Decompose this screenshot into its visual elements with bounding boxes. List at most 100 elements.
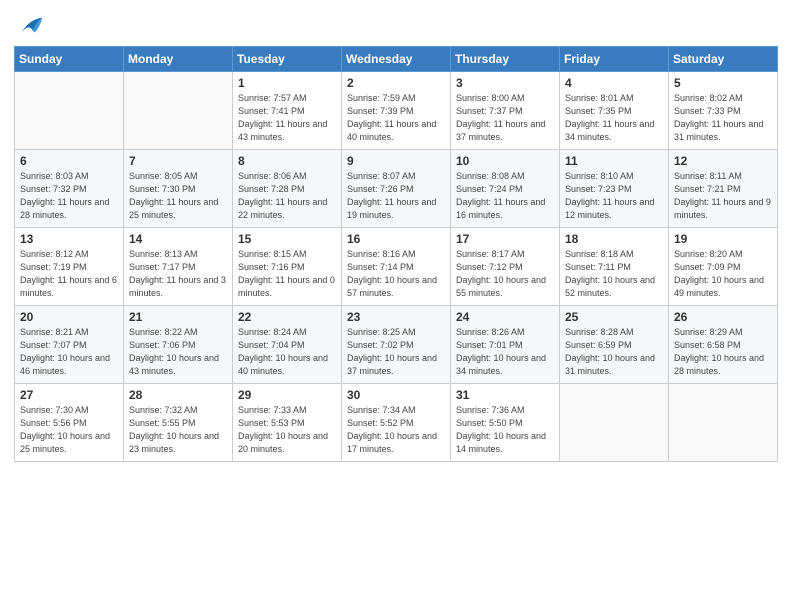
calendar-cell: 26 Sunrise: 8:29 AM Sunset: 6:58 PM Dayli… xyxy=(669,306,778,384)
day-header-saturday: Saturday xyxy=(669,47,778,72)
day-detail: Sunrise: 8:00 AM Sunset: 7:37 PM Dayligh… xyxy=(456,92,554,144)
day-number: 15 xyxy=(238,232,336,246)
day-detail: Sunrise: 8:26 AM Sunset: 7:01 PM Dayligh… xyxy=(456,326,554,378)
day-detail: Sunrise: 7:33 AM Sunset: 5:53 PM Dayligh… xyxy=(238,404,336,456)
calendar-cell: 3Sunrise: 8:00 AM Sunset: 7:37 PM Daylig… xyxy=(451,72,560,150)
calendar-cell xyxy=(124,72,233,150)
calendar-cell: 7Sunrise: 8:05 AM Sunset: 7:30 PM Daylig… xyxy=(124,150,233,228)
day-number: 20 xyxy=(20,310,118,324)
day-detail: Sunrise: 7:30 AM Sunset: 5:56 PM Dayligh… xyxy=(20,404,118,456)
calendar-cell: 17Sunrise: 8:17 AM Sunset: 7:12 PM Dayli… xyxy=(451,228,560,306)
day-number: 10 xyxy=(456,154,554,168)
day-detail: Sunrise: 8:24 AM Sunset: 7:04 PM Dayligh… xyxy=(238,326,336,378)
week-row-1: 1 Sunrise: 7:57 AM Sunset: 7:41 PM Daylig… xyxy=(15,72,778,150)
logo-bird-icon xyxy=(16,12,44,40)
day-detail: Sunrise: 7:36 AM Sunset: 5:50 PM Dayligh… xyxy=(456,404,554,456)
calendar-cell: 23Sunrise: 8:25 AM Sunset: 7:02 PM Dayli… xyxy=(342,306,451,384)
day-number: 22 xyxy=(238,310,336,324)
calendar-cell: 4 Sunrise: 8:01 AM Sunset: 7:35 PM Daylig… xyxy=(560,72,669,150)
day-number: 24 xyxy=(456,310,554,324)
day-header-friday: Friday xyxy=(560,47,669,72)
week-row-3: 13 Sunrise: 8:12 AM Sunset: 7:19 PM Dayli… xyxy=(15,228,778,306)
calendar-cell: 18 Sunrise: 8:18 AM Sunset: 7:11 PM Dayli… xyxy=(560,228,669,306)
calendar-cell: 20Sunrise: 8:21 AM Sunset: 7:07 PM Dayli… xyxy=(15,306,124,384)
calendar-table: SundayMondayTuesdayWednesdayThursdayFrid… xyxy=(14,46,778,462)
logo xyxy=(14,14,44,40)
day-detail: Sunrise: 8:12 AM Sunset: 7:19 PM Dayligh… xyxy=(20,248,118,300)
calendar-cell: 10 Sunrise: 8:08 AM Sunset: 7:24 PM Dayli… xyxy=(451,150,560,228)
day-detail: Sunrise: 8:02 AM Sunset: 7:33 PM Dayligh… xyxy=(674,92,772,144)
day-header-wednesday: Wednesday xyxy=(342,47,451,72)
day-number: 5 xyxy=(674,76,772,90)
calendar-cell: 1 Sunrise: 7:57 AM Sunset: 7:41 PM Daylig… xyxy=(233,72,342,150)
day-header-sunday: Sunday xyxy=(15,47,124,72)
day-detail: Sunrise: 8:11 AM Sunset: 7:21 PM Dayligh… xyxy=(674,170,772,222)
day-number: 28 xyxy=(129,388,227,402)
calendar-cell: 31 Sunrise: 7:36 AM Sunset: 5:50 PM Dayli… xyxy=(451,384,560,462)
calendar-cell xyxy=(669,384,778,462)
calendar-cell: 13 Sunrise: 8:12 AM Sunset: 7:19 PM Dayli… xyxy=(15,228,124,306)
day-detail: Sunrise: 7:57 AM Sunset: 7:41 PM Dayligh… xyxy=(238,92,336,144)
calendar-cell: 8Sunrise: 8:06 AM Sunset: 7:28 PM Daylig… xyxy=(233,150,342,228)
day-detail: Sunrise: 8:10 AM Sunset: 7:23 PM Dayligh… xyxy=(565,170,663,222)
day-number: 18 xyxy=(565,232,663,246)
calendar-cell: 27 Sunrise: 7:30 AM Sunset: 5:56 PM Dayli… xyxy=(15,384,124,462)
day-number: 6 xyxy=(20,154,118,168)
day-number: 2 xyxy=(347,76,445,90)
day-number: 26 xyxy=(674,310,772,324)
day-number: 14 xyxy=(129,232,227,246)
day-detail: Sunrise: 8:20 AM Sunset: 7:09 PM Dayligh… xyxy=(674,248,772,300)
day-number: 31 xyxy=(456,388,554,402)
day-number: 1 xyxy=(238,76,336,90)
day-number: 27 xyxy=(20,388,118,402)
day-header-tuesday: Tuesday xyxy=(233,47,342,72)
calendar-cell: 25 Sunrise: 8:28 AM Sunset: 6:59 PM Dayli… xyxy=(560,306,669,384)
header-row: SundayMondayTuesdayWednesdayThursdayFrid… xyxy=(15,47,778,72)
day-number: 13 xyxy=(20,232,118,246)
day-header-monday: Monday xyxy=(124,47,233,72)
day-number: 23 xyxy=(347,310,445,324)
day-detail: Sunrise: 8:15 AM Sunset: 7:16 PM Dayligh… xyxy=(238,248,336,300)
calendar-cell: 2 Sunrise: 7:59 AM Sunset: 7:39 PM Daylig… xyxy=(342,72,451,150)
day-detail: Sunrise: 7:34 AM Sunset: 5:52 PM Dayligh… xyxy=(347,404,445,456)
day-number: 30 xyxy=(347,388,445,402)
day-detail: Sunrise: 8:16 AM Sunset: 7:14 PM Dayligh… xyxy=(347,248,445,300)
day-number: 4 xyxy=(565,76,663,90)
calendar-cell: 11 Sunrise: 8:10 AM Sunset: 7:23 PM Dayli… xyxy=(560,150,669,228)
calendar-cell: 21 Sunrise: 8:22 AM Sunset: 7:06 PM Dayli… xyxy=(124,306,233,384)
day-number: 21 xyxy=(129,310,227,324)
calendar-cell: 6Sunrise: 8:03 AM Sunset: 7:32 PM Daylig… xyxy=(15,150,124,228)
calendar-cell: 9 Sunrise: 8:07 AM Sunset: 7:26 PM Daylig… xyxy=(342,150,451,228)
header xyxy=(14,10,778,40)
day-detail: Sunrise: 8:13 AM Sunset: 7:17 PM Dayligh… xyxy=(129,248,227,300)
day-detail: Sunrise: 7:59 AM Sunset: 7:39 PM Dayligh… xyxy=(347,92,445,144)
day-detail: Sunrise: 8:28 AM Sunset: 6:59 PM Dayligh… xyxy=(565,326,663,378)
day-detail: Sunrise: 8:17 AM Sunset: 7:12 PM Dayligh… xyxy=(456,248,554,300)
calendar-cell: 24 Sunrise: 8:26 AM Sunset: 7:01 PM Dayli… xyxy=(451,306,560,384)
day-detail: Sunrise: 8:29 AM Sunset: 6:58 PM Dayligh… xyxy=(674,326,772,378)
calendar-cell: 15 Sunrise: 8:15 AM Sunset: 7:16 PM Dayli… xyxy=(233,228,342,306)
day-number: 12 xyxy=(674,154,772,168)
page: SundayMondayTuesdayWednesdayThursdayFrid… xyxy=(0,0,792,612)
calendar-cell: 29 Sunrise: 7:33 AM Sunset: 5:53 PM Dayli… xyxy=(233,384,342,462)
day-number: 7 xyxy=(129,154,227,168)
calendar-cell: 16 Sunrise: 8:16 AM Sunset: 7:14 PM Dayli… xyxy=(342,228,451,306)
day-detail: Sunrise: 8:18 AM Sunset: 7:11 PM Dayligh… xyxy=(565,248,663,300)
day-number: 16 xyxy=(347,232,445,246)
day-detail: Sunrise: 8:22 AM Sunset: 7:06 PM Dayligh… xyxy=(129,326,227,378)
calendar-cell: 19Sunrise: 8:20 AM Sunset: 7:09 PM Dayli… xyxy=(669,228,778,306)
day-number: 25 xyxy=(565,310,663,324)
week-row-2: 6Sunrise: 8:03 AM Sunset: 7:32 PM Daylig… xyxy=(15,150,778,228)
day-number: 9 xyxy=(347,154,445,168)
day-header-thursday: Thursday xyxy=(451,47,560,72)
day-detail: Sunrise: 8:08 AM Sunset: 7:24 PM Dayligh… xyxy=(456,170,554,222)
day-detail: Sunrise: 8:07 AM Sunset: 7:26 PM Dayligh… xyxy=(347,170,445,222)
calendar-cell: 5 Sunrise: 8:02 AM Sunset: 7:33 PM Daylig… xyxy=(669,72,778,150)
day-number: 29 xyxy=(238,388,336,402)
day-detail: Sunrise: 7:32 AM Sunset: 5:55 PM Dayligh… xyxy=(129,404,227,456)
calendar-cell: 28 Sunrise: 7:32 AM Sunset: 5:55 PM Dayli… xyxy=(124,384,233,462)
day-number: 11 xyxy=(565,154,663,168)
calendar-cell: 30 Sunrise: 7:34 AM Sunset: 5:52 PM Dayli… xyxy=(342,384,451,462)
day-detail: Sunrise: 8:01 AM Sunset: 7:35 PM Dayligh… xyxy=(565,92,663,144)
calendar-cell: 12 Sunrise: 8:11 AM Sunset: 7:21 PM Dayli… xyxy=(669,150,778,228)
